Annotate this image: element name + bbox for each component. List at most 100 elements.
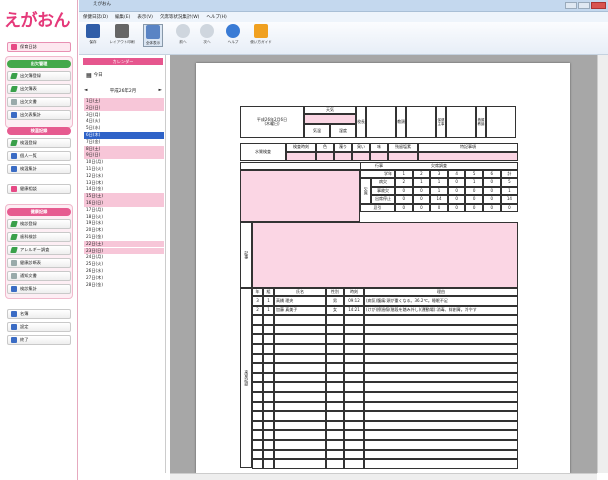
visit-cell[interactable]: [344, 401, 364, 412]
att-cell[interactable]: 1: [430, 178, 448, 187]
visit-cell[interactable]: [364, 334, 518, 344]
calendar-day[interactable]: 25日(火): [84, 261, 164, 268]
visit-cell[interactable]: [364, 401, 518, 412]
water-col-input[interactable]: [316, 152, 334, 161]
calendar-day[interactable]: 5日(水): [84, 125, 164, 132]
today-button[interactable]: ▦ 今日: [86, 71, 108, 79]
nurse2-stamp[interactable]: [486, 106, 516, 138]
calendar-day[interactable]: 14日(金): [84, 186, 164, 193]
visit-cell[interactable]: [252, 382, 263, 392]
visit-cell[interactable]: [326, 353, 344, 364]
att-cell[interactable]: 0: [447, 203, 466, 212]
visit-cell[interactable]: [263, 430, 274, 440]
visit-cell[interactable]: [252, 324, 263, 335]
calendar-day[interactable]: 27日(木): [84, 275, 164, 282]
visit-cell[interactable]: [344, 449, 364, 460]
visit-cell[interactable]: [263, 440, 274, 450]
att-cell[interactable]: 1: [500, 186, 519, 196]
visit-cell[interactable]: [274, 420, 326, 431]
visit-cell[interactable]: [344, 334, 364, 344]
visit-cell[interactable]: [252, 315, 263, 325]
visit-cell[interactable]: [252, 334, 263, 344]
visit-cell[interactable]: [263, 411, 274, 421]
visit-cell[interactable]: [326, 392, 344, 402]
menu-edit[interactable]: 編集(E): [115, 14, 130, 20]
att-cell[interactable]: 0: [483, 178, 501, 187]
visit-cell[interactable]: [274, 411, 326, 421]
visit-cell[interactable]: [274, 430, 326, 440]
calendar-day[interactable]: 19日(水): [84, 220, 164, 227]
visit-cell[interactable]: [263, 344, 274, 354]
minimize-button[interactable]: [565, 2, 577, 9]
visit-cell[interactable]: [274, 372, 326, 383]
visit-cell[interactable]: [252, 420, 263, 431]
visit-cell[interactable]: [274, 449, 326, 460]
visit-cell[interactable]: [274, 315, 326, 325]
nav-allergy[interactable]: アレルギー調査: [7, 245, 71, 255]
visit-cell[interactable]: [263, 401, 274, 412]
nav-checkup-entry[interactable]: 検診登録: [7, 219, 71, 229]
visit-cell[interactable]: [344, 459, 364, 469]
prev-button[interactable]: 前へ: [173, 24, 193, 45]
visit-cell[interactable]: [252, 363, 263, 373]
calendar-day[interactable]: 23日(日): [84, 247, 164, 255]
visit-cell[interactable]: [252, 392, 263, 402]
visit-cell[interactable]: [274, 459, 326, 469]
nav-temperature-summary[interactable]: 検温集計: [7, 164, 71, 174]
water-col-input[interactable]: [388, 152, 418, 161]
visit-cell[interactable]: [326, 363, 344, 373]
visit-cell[interactable]: [344, 372, 364, 383]
close-button[interactable]: [591, 2, 606, 9]
visit-cell[interactable]: [263, 353, 274, 364]
visit-cell[interactable]: (けが)擦過傷(階段を踏み外し)(運動場):消毒、絆創膏。冷やす: [364, 305, 518, 316]
calendar-day[interactable]: 26日(水): [84, 268, 164, 275]
nav-temperature-list[interactable]: 個人一覧: [7, 151, 71, 161]
vertical-scrollbar[interactable]: [597, 55, 608, 473]
visit-cell[interactable]: [252, 372, 263, 383]
calendar-day[interactable]: 2日(日): [84, 104, 164, 112]
prev-month-button[interactable]: ◄: [84, 88, 87, 93]
visit-cell[interactable]: 1: [263, 305, 274, 316]
visit-cell[interactable]: [326, 430, 344, 440]
visit-cell[interactable]: [274, 401, 326, 412]
visit-cell[interactable]: 09:12: [344, 296, 364, 306]
calendar-day[interactable]: 4日(火): [84, 118, 164, 125]
visit-cell[interactable]: [344, 353, 364, 364]
visit-cell[interactable]: [364, 372, 518, 383]
menu-summary[interactable]: 欠席等状況集計(W): [160, 14, 199, 20]
visit-cell[interactable]: [252, 353, 263, 364]
visit-cell[interactable]: [326, 324, 344, 335]
visit-cell[interactable]: [364, 440, 518, 450]
visit-cell[interactable]: [263, 420, 274, 431]
visit-cell[interactable]: [364, 420, 518, 431]
att-cell[interactable]: 0: [412, 195, 431, 204]
att-cell[interactable]: 0: [483, 186, 501, 196]
visit-cell[interactable]: [344, 430, 364, 440]
visit-cell[interactable]: [364, 324, 518, 335]
calendar-day[interactable]: 22日(土): [84, 240, 164, 248]
visit-cell[interactable]: [263, 459, 274, 469]
nav-health-consult[interactable]: 健康相談: [7, 184, 71, 194]
calendar-day[interactable]: 12日(水): [84, 173, 164, 180]
horizontal-scrollbar[interactable]: [170, 473, 597, 480]
att-cell[interactable]: 1: [465, 178, 483, 187]
visit-cell[interactable]: [344, 440, 364, 450]
visit-cell[interactable]: [326, 440, 344, 450]
att-cell[interactable]: 0: [465, 186, 483, 196]
att-cell[interactable]: 0: [483, 195, 501, 204]
visit-cell[interactable]: [263, 334, 274, 344]
att-cell[interactable]: 0: [447, 186, 466, 196]
nav-attendance-docs[interactable]: 出欠文書: [7, 97, 71, 107]
att-cell[interactable]: 1: [412, 178, 431, 187]
calendar-day[interactable]: 8日(土): [84, 145, 164, 153]
water-col-input[interactable]: [370, 152, 388, 161]
weather-input[interactable]: [304, 114, 356, 124]
visit-cell[interactable]: [364, 353, 518, 364]
visit-cell[interactable]: [252, 401, 263, 412]
att-cell[interactable]: 0: [447, 195, 466, 204]
visit-cell[interactable]: 男: [326, 296, 344, 306]
nav-attendance-entry[interactable]: 出欠簿登録: [7, 71, 71, 81]
att-cell[interactable]: 5: [500, 178, 519, 187]
visit-cell[interactable]: 高橋 理央: [274, 296, 326, 306]
nav-attendance-summary[interactable]: 出欠表集計: [7, 110, 71, 120]
